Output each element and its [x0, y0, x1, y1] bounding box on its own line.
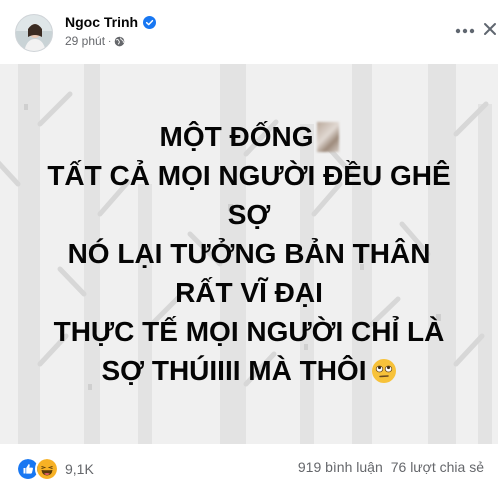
close-icon[interactable] [483, 22, 497, 36]
author-name[interactable]: Ngoc Trinh [65, 14, 138, 30]
post-line-6: THỰC TẾ MỌI NGƯỜI CHỈ LÀ [53, 316, 445, 347]
post-stats: 919 bình luận 76 lượt chia sẻ [298, 459, 484, 475]
author-avatar[interactable] [15, 14, 53, 52]
author-name-row: Ngoc Trinh [65, 14, 157, 30]
post-line-1-text: MỘT ĐỐNG [159, 121, 314, 152]
share-count-link[interactable]: 76 lượt chia sẻ [391, 459, 484, 475]
blurred-emoji-icon [316, 122, 339, 152]
post-line-5: RẤT VĨ ĐẠI [175, 277, 323, 308]
globe-icon [115, 36, 125, 46]
post-meta: 29 phút · [65, 34, 125, 48]
post-footer: 9,1K 919 bình luận 76 lượt chia sẻ [0, 444, 498, 487]
face-with-rolling-eyes-icon [371, 359, 396, 383]
verified-badge-icon [143, 15, 157, 29]
post-line-1: MỘT ĐỐNG [0, 117, 498, 156]
post-line-7-text: SỢ THÚIIII MÀ THÔI [101, 355, 367, 386]
reaction-count: 9,1K [65, 461, 94, 477]
post-background: MỘT ĐỐNG TẤT CẢ MỌI NGƯỜI ĐỀU GHÊ SỢ NÓ … [0, 64, 498, 444]
haha-reaction-icon [35, 457, 59, 481]
reaction-summary[interactable]: 9,1K [16, 457, 94, 481]
post-line-3: SỢ [227, 199, 271, 230]
post-line-2: TẤT CẢ MỌI NGƯỜI ĐỀU GHÊ [47, 160, 451, 191]
post-line-7: SỢ THÚIIII MÀ THÔI [0, 351, 498, 390]
meta-separator: · [108, 35, 112, 47]
post-text: MỘT ĐỐNG TẤT CẢ MỌI NGƯỜI ĐỀU GHÊ SỢ NÓ … [0, 117, 498, 390]
post-header: Ngoc Trinh 29 phút · [0, 0, 498, 64]
more-options-icon[interactable] [452, 22, 478, 40]
post-time[interactable]: 29 phút [65, 34, 105, 48]
post-line-4: NÓ LẠI TƯỞNG BẢN THÂN [67, 238, 431, 269]
comment-count-link[interactable]: 919 bình luận [298, 459, 383, 475]
